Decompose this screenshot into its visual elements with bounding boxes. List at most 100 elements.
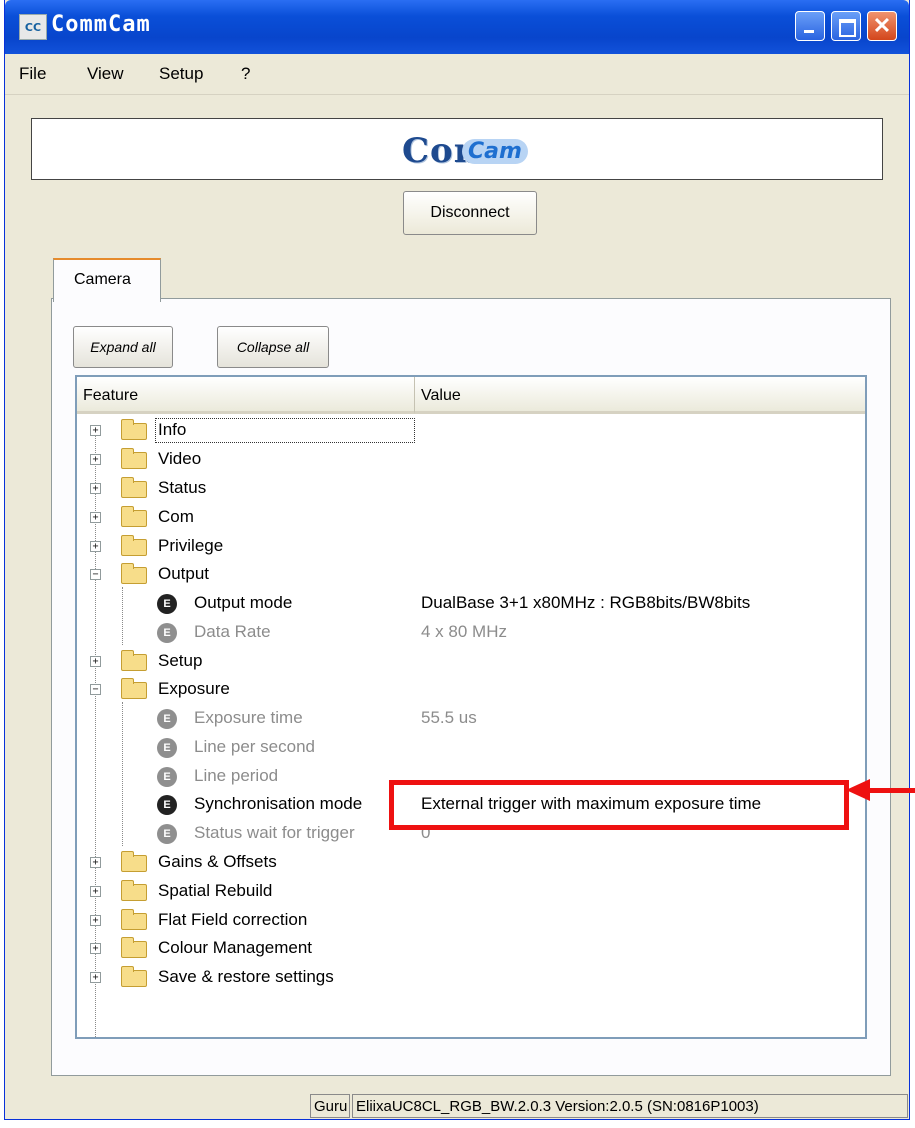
feature-badge-icon: E: [157, 738, 177, 758]
tree-item-label: Privilege: [158, 536, 224, 555]
tree-item-label: Spatial Rebuild: [158, 881, 273, 900]
tree-item-label: Info: [158, 420, 187, 439]
expand-plus-icon[interactable]: +: [90, 454, 101, 465]
tree-item-save-restore-settings[interactable]: + Save & restore settings: [77, 964, 865, 992]
menu-bar: File View Setup ?: [5, 56, 909, 95]
tree-item-video[interactable]: + Video: [77, 446, 865, 474]
tree-item-label: Line period: [194, 766, 279, 785]
window-title: CommCam: [51, 12, 151, 37]
folder-icon: [121, 535, 147, 556]
tree-item-label: Setup: [158, 651, 203, 670]
tree-item-label: Status: [158, 478, 207, 497]
expand-plus-icon[interactable]: +: [90, 483, 101, 494]
folder-icon: [121, 880, 147, 901]
disconnect-button[interactable]: Disconnect: [403, 191, 537, 235]
folder-open-icon: [121, 678, 147, 699]
tree-item-label: Status wait for trigger: [194, 823, 355, 842]
logo-banner: Com Cam: [31, 118, 883, 180]
tree-item-label: Save & restore settings: [158, 967, 334, 986]
folder-icon: [121, 937, 147, 958]
folder-icon: [121, 966, 147, 987]
status-device-info: EliixaUC8CL_RGB_BW.2.0.3 Version:2.0.5 (…: [352, 1094, 908, 1118]
folder-icon: [121, 477, 147, 498]
menu-setup[interactable]: Setup: [159, 64, 203, 84]
tree-item-flat-field-correction[interactable]: + Flat Field correction: [77, 907, 865, 935]
expand-plus-icon[interactable]: +: [90, 656, 101, 667]
tree-item-info[interactable]: + Info: [77, 417, 865, 445]
status-user-level: Guru: [310, 1094, 350, 1118]
folder-icon: [121, 448, 147, 469]
folder-open-icon: [121, 563, 147, 584]
feature-badge-icon: E: [157, 824, 177, 844]
focus-rect: [155, 418, 415, 443]
folder-icon: [121, 506, 147, 527]
tree-item-data-rate[interactable]: E Data Rate 4 x 80 MHz: [77, 619, 865, 647]
feature-badge-icon: E: [157, 709, 177, 729]
expand-plus-icon[interactable]: +: [90, 972, 101, 983]
expand-plus-icon[interactable]: +: [90, 857, 101, 868]
tree-item-output-mode[interactable]: E Output mode DualBase 3+1 x80MHz : RGB8…: [77, 590, 865, 618]
tree-item-spatial-rebuild[interactable]: + Spatial Rebuild: [77, 878, 865, 906]
expand-plus-icon[interactable]: +: [90, 541, 101, 552]
highlight-box: [389, 780, 849, 830]
tab-camera[interactable]: Camera: [53, 258, 161, 302]
tree-item-label: Exposure time: [194, 708, 303, 727]
expand-plus-icon[interactable]: +: [90, 512, 101, 523]
expand-plus-icon[interactable]: +: [90, 943, 101, 954]
tree-item-label: Video: [158, 449, 202, 468]
app-icon: CC: [19, 14, 47, 40]
tree-item-privilege[interactable]: + Privilege: [77, 533, 865, 561]
tree-item-label: Output mode: [194, 593, 293, 612]
tree-item-label: Colour Management: [158, 938, 313, 957]
tree-item-exposure[interactable]: − Exposure: [77, 676, 865, 704]
expand-plus-icon[interactable]: +: [90, 915, 101, 926]
tree-item-exposure-time[interactable]: E Exposure time 55.5 us: [77, 705, 865, 733]
tree-item-label: Synchronisation mode: [194, 794, 363, 813]
expand-plus-icon[interactable]: +: [90, 886, 101, 897]
expand-all-button[interactable]: Expand all: [73, 326, 173, 368]
tree-item-label: Line per second: [194, 737, 315, 756]
tree-item-value: 55.5 us: [421, 708, 477, 727]
tree-item-line-per-second[interactable]: E Line per second: [77, 734, 865, 762]
tree-item-label: Com: [158, 507, 194, 526]
expand-plus-icon[interactable]: +: [90, 425, 101, 436]
feature-column-header[interactable]: Feature: [77, 377, 415, 414]
feature-badge-icon: E: [157, 767, 177, 787]
feature-badge-icon: E: [157, 795, 177, 815]
tree-item-label: Gains & Offsets: [158, 852, 277, 871]
menu-file[interactable]: File: [19, 64, 46, 84]
tree-item-gains-offsets[interactable]: + Gains & Offsets: [77, 849, 865, 877]
collapse-minus-icon[interactable]: −: [90, 684, 101, 695]
tree-item-label: Exposure: [158, 679, 230, 698]
tree-item-label: Output: [158, 564, 210, 583]
folder-icon: [121, 650, 147, 671]
menu-view[interactable]: View: [87, 64, 124, 84]
tree-item-com[interactable]: + Com: [77, 504, 865, 532]
tree-item-value: 4 x 80 MHz: [421, 622, 507, 641]
menu-help[interactable]: ?: [241, 64, 250, 84]
minimize-button[interactable]: [795, 11, 825, 41]
tree-item-value[interactable]: DualBase 3+1 x80MHz : RGB8bits/BW8bits: [421, 593, 750, 613]
feature-badge-icon: E: [157, 594, 177, 614]
close-icon: ✕: [872, 13, 892, 38]
tree-item-colour-management[interactable]: + Colour Management: [77, 935, 865, 963]
tree-item-label: Data Rate: [194, 622, 271, 641]
tree-item-setup[interactable]: + Setup: [77, 648, 865, 676]
feature-badge-icon: E: [157, 623, 177, 643]
arrow-head-icon: [846, 779, 870, 801]
collapse-minus-icon[interactable]: −: [90, 569, 101, 580]
feature-tree[interactable]: Feature Value + Info + Video + Status + …: [75, 375, 867, 1039]
collapse-all-button[interactable]: Collapse all: [217, 326, 329, 368]
annotation-arrow-icon: [868, 788, 915, 793]
tree-item-status[interactable]: + Status: [77, 475, 865, 503]
close-button[interactable]: ✕: [867, 11, 897, 41]
maximize-button[interactable]: [831, 11, 861, 41]
app-window: CC CommCam ✕ File View Setup ? Com Cam D…: [4, 0, 910, 1120]
tree-item-output[interactable]: − Output: [77, 561, 865, 589]
title-bar[interactable]: CC CommCam ✕: [5, 0, 909, 54]
folder-icon: [121, 851, 147, 872]
value-column-header[interactable]: Value: [415, 377, 865, 414]
tree-item-label: Flat Field correction: [158, 910, 308, 929]
folder-icon: [121, 419, 147, 440]
commcam-logo-sub: Cam: [462, 139, 528, 164]
